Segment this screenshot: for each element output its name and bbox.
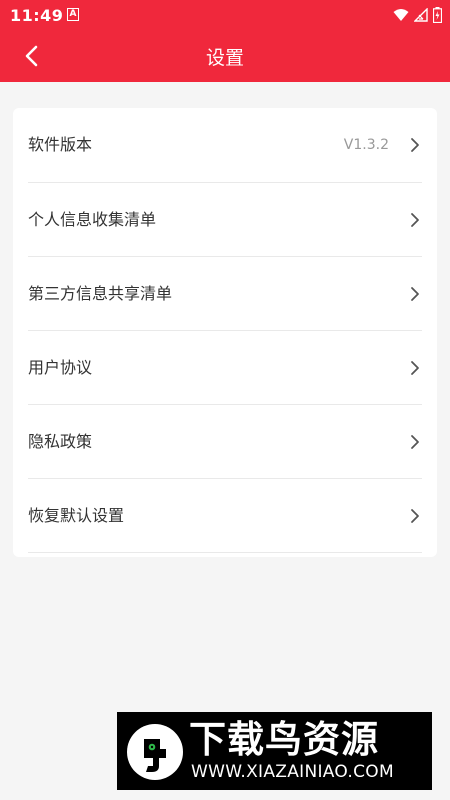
settings-item-label: 第三方信息共享清单	[28, 284, 173, 303]
settings-item-restore-defaults[interactable]: 恢复默认设置	[28, 479, 422, 553]
chevron-right-icon	[411, 361, 419, 375]
status-icons	[393, 7, 442, 23]
chevron-right-icon	[411, 138, 419, 152]
settings-card: 软件版本 V1.3.2 个人信息收集清单 第三方信息共享清单 用户协议 隐私政策…	[13, 108, 437, 557]
chevron-right-icon	[411, 435, 419, 449]
watermark-title: 下载鸟资源	[189, 718, 379, 761]
settings-item-third-party-sharing-list[interactable]: 第三方信息共享清单	[28, 257, 422, 331]
page-title: 设置	[205, 47, 244, 69]
chevron-right-icon	[411, 509, 419, 523]
settings-item-personal-info-list[interactable]: 个人信息收集清单	[28, 183, 422, 257]
status-time: 11:49	[10, 6, 64, 25]
chevron-right-icon	[411, 213, 419, 227]
status-bar: 11:49 A	[0, 0, 450, 30]
settings-item-label: 个人信息收集清单	[28, 210, 157, 229]
settings-item-label: 软件版本	[28, 135, 93, 154]
bird-logo-icon	[127, 724, 183, 780]
settings-item-software-version[interactable]: 软件版本 V1.3.2	[28, 108, 422, 183]
settings-item-label: 用户协议	[28, 358, 93, 377]
chevron-right-icon	[411, 287, 419, 301]
battery-icon	[433, 7, 442, 23]
wifi-icon	[393, 9, 409, 21]
settings-item-privacy-policy[interactable]: 隐私政策	[28, 405, 422, 479]
app-header: 设置	[0, 30, 450, 82]
signal-icon	[414, 8, 428, 22]
watermark-banner: 下载鸟资源 WWW.XIAZAINIAO.COM	[117, 712, 432, 790]
version-value: V1.3.2	[343, 137, 389, 153]
settings-item-label: 隐私政策	[28, 432, 93, 451]
settings-item-label: 恢复默认设置	[28, 506, 125, 525]
watermark-url: WWW.XIAZAINIAO.COM	[191, 762, 394, 782]
app-notification-icon: A	[67, 8, 79, 21]
settings-item-user-agreement[interactable]: 用户协议	[28, 331, 422, 405]
